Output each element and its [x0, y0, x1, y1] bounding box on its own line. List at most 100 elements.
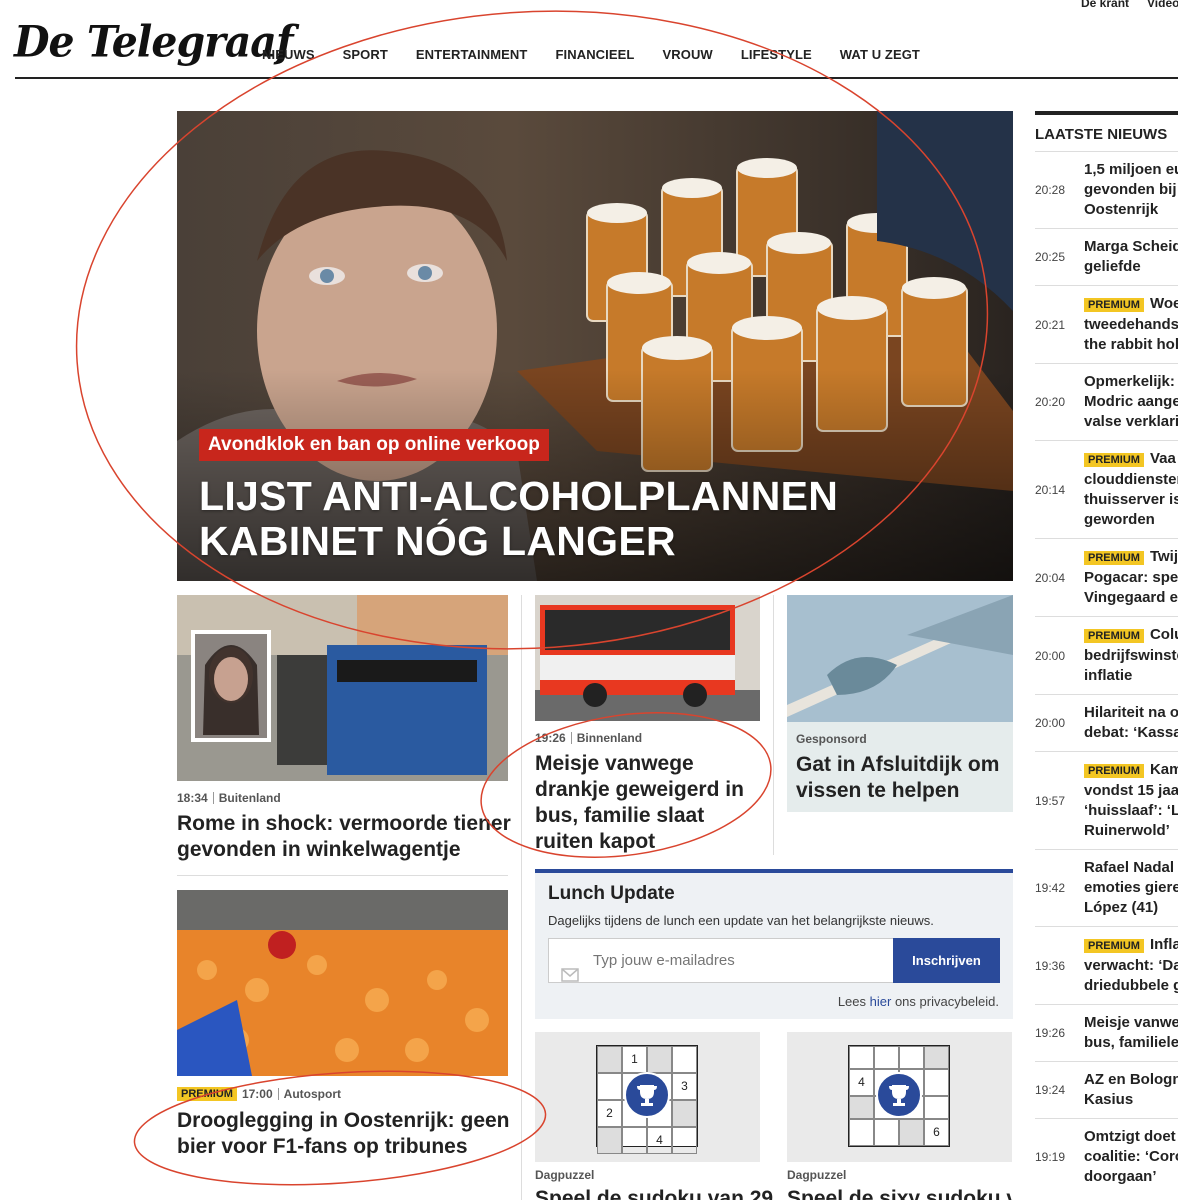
sponsored-article-image[interactable]	[787, 595, 1013, 722]
meta-separator	[570, 732, 572, 744]
sudoku-cell	[849, 1119, 874, 1146]
f1-section[interactable]: Autosport	[284, 1087, 341, 1101]
news-headline[interactable]: Hilariteit na o debat: ‘Kassa	[1084, 695, 1178, 751]
latest-news-item[interactable]: 20:21 PREMIUM Woe tweedehands the rabbit hol…	[1035, 285, 1178, 363]
latest-news-item[interactable]: 19:57 PREMIUM Kam vondst 15 jaar ‘huisslaaf’…	[1035, 751, 1178, 849]
sixy-sudoku-puzzle-card[interactable]: 4 6	[787, 1032, 1012, 1162]
sudoku-cell	[672, 1100, 697, 1127]
latest-news-item[interactable]: 20:04 PREMIUM Twij Pogacar: spec Vingegaard …	[1035, 538, 1178, 616]
news-time: 19:26	[1035, 1026, 1066, 1040]
headline-line: Ruinerwold’	[1084, 822, 1170, 839]
sudoku-cell: 2	[597, 1100, 622, 1127]
latest-news-item[interactable]: 20:25 Marga Scheid geliefde	[1035, 228, 1178, 285]
bus-article-image[interactable]	[535, 595, 760, 721]
privacy-note: Lees hier ons privacybeleid.	[838, 994, 999, 1009]
rome-title[interactable]: Rome in shock: vermoorde tiener gevonden…	[177, 811, 512, 863]
headline-line: clouddiensten	[1084, 471, 1178, 488]
nav-item-sport[interactable]: SPORT	[343, 47, 388, 62]
headline-line: Vaa	[1149, 450, 1176, 467]
headline-line: Colu	[1149, 626, 1178, 643]
premium-badge: PREMIUM	[1084, 629, 1144, 643]
header-link-video[interactable]: Video	[1147, 0, 1178, 10]
latest-news-item[interactable]: 20:20 Opmerkelijk: I Modric aange valse ver…	[1035, 363, 1178, 440]
news-headline[interactable]: AZ en Bologna Kasius	[1084, 1062, 1178, 1118]
email-input[interactable]	[548, 938, 893, 983]
sponsored-article[interactable]: Gesponsord Gat in Afsluitdijk om vissen …	[787, 722, 1013, 812]
hero-kicker[interactable]: Avondklok en ban op online verkoop	[199, 429, 549, 461]
news-headline[interactable]: 1,5 miljoen eu gevonden bij c Oostenrijk	[1084, 152, 1178, 228]
sudoku-cell	[597, 1046, 622, 1073]
news-headline[interactable]: Omtzigt doet coalitie: ‘Coro doorgaan’	[1084, 1119, 1178, 1195]
news-headline[interactable]: Meisje vanwe bus, familiele	[1084, 1005, 1178, 1061]
hero-title[interactable]: Lijst anti-alcoholplannen kabinet nóg la…	[199, 474, 959, 564]
nav-item-entertainment[interactable]: ENTERTAINMENT	[416, 47, 528, 62]
headline-line: vondst 15 jaar	[1084, 782, 1178, 799]
news-headline[interactable]: PREMIUM Infla verwacht: ‘Da driedubbele g	[1084, 927, 1178, 1004]
header-divider	[15, 77, 1178, 79]
nav-item-vrouw[interactable]: VROUW	[662, 47, 712, 62]
news-headline[interactable]: Opmerkelijk: I Modric aange valse verklari…	[1084, 364, 1178, 440]
headline-line: Omtzigt doet	[1084, 1128, 1176, 1145]
latest-news-item[interactable]: 20:00 Hilariteit na o debat: ‘Kassa	[1035, 694, 1178, 751]
bus-section[interactable]: Binnenland	[577, 731, 642, 745]
news-time: 20:14	[1035, 482, 1066, 497]
headline-line: AZ en Bologna	[1084, 1071, 1178, 1088]
sudoku-puzzle-card[interactable]: 1 3 2 4	[535, 1032, 760, 1162]
headline-line: bedrijfswinste	[1084, 647, 1178, 664]
latest-news-item[interactable]: 19:24 AZ en Bologna Kasius	[1035, 1061, 1178, 1118]
site-logo[interactable]: De Telegraaf	[14, 17, 294, 67]
latest-news-item[interactable]: 19:26 Meisje vanwe bus, familiele	[1035, 1004, 1178, 1061]
privacy-text: ons privacybeleid.	[891, 994, 999, 1009]
meta-separator	[212, 792, 214, 804]
bus-title[interactable]: Meisje vanwege drankje geweigerd in bus,…	[535, 751, 760, 855]
news-headline[interactable]: PREMIUM Vaa clouddiensten thuisserver is gew…	[1084, 441, 1178, 538]
sudoku-cell	[874, 1119, 899, 1146]
news-headline[interactable]: Marga Scheid geliefde	[1084, 229, 1178, 285]
latest-news-item[interactable]: 19:36 PREMIUM Infla verwacht: ‘Da driedubbel…	[1035, 926, 1178, 1004]
latest-news-item[interactable]: 20:14 PREMIUM Vaa clouddiensten thuisserver …	[1035, 440, 1178, 538]
latest-news-item[interactable]: 19:19 Omtzigt doet coalitie: ‘Coro doorgaan…	[1035, 1118, 1178, 1195]
f1-time: 17:00	[241, 1087, 273, 1101]
header-link-krant[interactable]: De krant	[1081, 0, 1129, 10]
news-headline[interactable]: Rafael Nadal c emoties giere López (41)	[1084, 850, 1178, 926]
sudoku-cell	[849, 1096, 874, 1119]
news-headline[interactable]: PREMIUM Colu bedrijfswinste inflatie	[1084, 617, 1178, 694]
headline-line: Rafael Nadal c	[1084, 859, 1178, 876]
news-headline[interactable]: PREMIUM Kam vondst 15 jaar ‘huisslaaf’: ‘Li…	[1084, 752, 1178, 849]
latest-news-item[interactable]: 19:42 Rafael Nadal c emoties giere López (4…	[1035, 849, 1178, 926]
main-nav: NIEUWS SPORT ENTERTAINMENT FINANCIEEL VR…	[262, 47, 948, 62]
rome-section[interactable]: Buitenland	[219, 791, 281, 805]
news-time: 19:19	[1035, 1150, 1066, 1164]
headline-line: Pogacar: spec	[1084, 569, 1178, 586]
headline-line: Infla	[1149, 936, 1178, 953]
puzzle-label: Dagpuzzel	[787, 1168, 847, 1182]
latest-news-item[interactable]: 20:28 1,5 miljoen eu gevonden bij c Oostenr…	[1035, 151, 1178, 228]
rome-article-image[interactable]	[177, 595, 508, 781]
headline-line: Kasius	[1084, 1091, 1134, 1108]
sudoku-cell	[849, 1046, 874, 1069]
sponsored-title[interactable]: Gat in Afsluitdijk om vissen te helpen	[796, 752, 1004, 804]
sudoku-cell	[874, 1046, 899, 1069]
latest-news-item[interactable]: 20:00 PREMIUM Colu bedrijfswinste inflatie	[1035, 616, 1178, 694]
privacy-link[interactable]: hier	[870, 994, 892, 1009]
nav-item-lifestyle[interactable]: LIFESTYLE	[741, 47, 812, 62]
sudoku-cell	[672, 1127, 697, 1154]
premium-badge: PREMIUM	[1084, 939, 1144, 953]
nav-item-financieel[interactable]: FINANCIEEL	[555, 47, 634, 62]
lunch-update-signup: Lunch Update Dagelijks tijdens de lunch …	[535, 869, 1013, 1019]
bus-meta: 19:26 Binnenland	[535, 731, 642, 745]
sudoku-cell	[924, 1096, 949, 1119]
news-headline[interactable]: PREMIUM Twij Pogacar: spec Vingegaard ee	[1084, 539, 1178, 616]
sudoku-cell	[924, 1069, 949, 1096]
headline-line: the rabbit hole	[1084, 336, 1178, 353]
nav-item-nieuws[interactable]: NIEUWS	[262, 47, 315, 62]
puzzle-title[interactable]: Speel de sudoku van 29	[535, 1187, 773, 1200]
f1-title[interactable]: Drooglegging in Oostenrijk: geen bier vo…	[177, 1108, 522, 1160]
sudoku-cell	[647, 1046, 672, 1073]
headline-line: geliefde	[1084, 258, 1141, 275]
news-headline[interactable]: PREMIUM Woe tweedehands the rabbit hole	[1084, 286, 1178, 363]
f1-article-image[interactable]	[177, 890, 508, 1076]
subscribe-button[interactable]: Inschrijven	[893, 938, 1000, 983]
nav-item-wat-u-zegt[interactable]: WAT U ZEGT	[840, 47, 920, 62]
puzzle-title[interactable]: Speel de sixy sudoku van	[787, 1187, 1013, 1200]
